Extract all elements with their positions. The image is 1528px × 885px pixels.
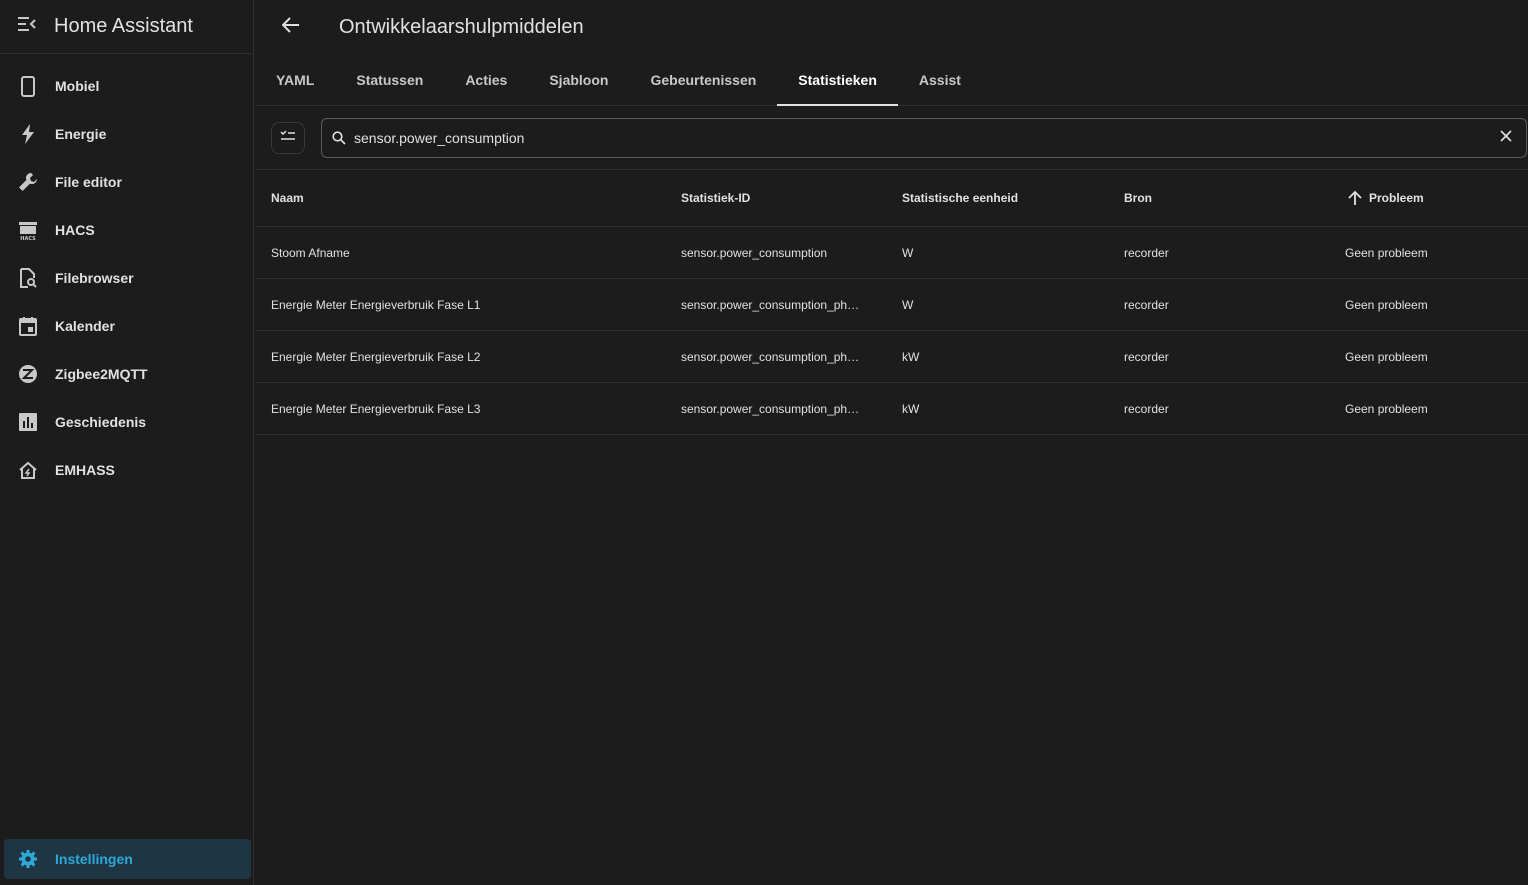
- sidebar-item-energie[interactable]: Energie: [0, 110, 253, 158]
- cell-bron: recorder: [1124, 349, 1169, 364]
- cell-naam: Energie Meter Energieverbruik Fase L2: [271, 349, 481, 364]
- table-row[interactable]: Energie Meter Energieverbruik Fase L1 se…: [255, 279, 1528, 331]
- arrow-up-icon: [1345, 188, 1365, 208]
- sidebar-item-file-editor[interactable]: File editor: [0, 158, 253, 206]
- sidebar-item-kalender[interactable]: Kalender: [0, 302, 253, 350]
- zigbee-icon: [17, 364, 38, 385]
- search-icon: [332, 130, 348, 146]
- calendar-icon: [17, 316, 38, 337]
- svg-text:HACS: HACS: [20, 236, 36, 241]
- cellphone-icon: [17, 75, 38, 97]
- column-header-statistiek-id[interactable]: Statistiek-ID: [681, 191, 902, 205]
- tab-acties[interactable]: Acties: [444, 54, 528, 105]
- filter-button[interactable]: [271, 121, 305, 154]
- cell-bron: recorder: [1124, 297, 1169, 312]
- sidebar-item-label: Mobiel: [55, 78, 100, 94]
- sidebar-item-instellingen[interactable]: Instellingen: [4, 839, 251, 879]
- cell-eenheid: kW: [902, 349, 920, 364]
- tab-sjabloon[interactable]: Sjabloon: [528, 54, 629, 105]
- sidebar-header: Home Assistant: [0, 0, 253, 54]
- sidebar-item-mobiel[interactable]: Mobiel: [0, 62, 253, 110]
- lightning-icon: [17, 124, 38, 145]
- home-lightning-icon: [17, 460, 38, 481]
- hacs-icon: HACS: [17, 220, 38, 241]
- column-header-naam[interactable]: Naam: [255, 191, 681, 205]
- table-header: Naam Statistiek-ID Statistische eenheid …: [255, 170, 1528, 227]
- cell-naam: Energie Meter Energieverbruik Fase L3: [271, 401, 481, 416]
- sidebar-item-geschiedenis[interactable]: Geschiedenis: [0, 398, 253, 446]
- tab-statistieken[interactable]: Statistieken: [777, 54, 898, 106]
- column-header-label: Probleem: [1369, 191, 1424, 205]
- tab-gebeurtenissen[interactable]: Gebeurtenissen: [629, 54, 777, 105]
- back-button[interactable]: [255, 0, 327, 54]
- sidebar-item-zigbee2mqtt[interactable]: Zigbee2MQTT: [0, 350, 253, 398]
- arrow-left-icon: [281, 16, 300, 38]
- cog-icon: [17, 849, 38, 870]
- column-header-eenheid[interactable]: Statistische eenheid: [902, 191, 1124, 205]
- tab-bar: YAML Statussen Acties Sjabloon Gebeurten…: [255, 54, 1528, 106]
- cell-eenheid: W: [902, 245, 914, 260]
- cell-probleem: Geen probleem: [1345, 297, 1428, 312]
- table-row[interactable]: Energie Meter Energieverbruik Fase L3 se…: [255, 383, 1528, 435]
- file-search-icon: [17, 268, 38, 289]
- tab-assist[interactable]: Assist: [898, 54, 982, 105]
- sidebar-item-label: Instellingen: [55, 851, 133, 867]
- menu-open-icon: [17, 16, 37, 37]
- column-header-bron[interactable]: Bron: [1124, 191, 1345, 205]
- cell-statistiek-id: sensor.power_consumption_ph…: [681, 297, 860, 312]
- column-header-probleem[interactable]: Probleem: [1345, 188, 1525, 208]
- clear-search-button[interactable]: [1486, 118, 1526, 158]
- cell-eenheid: kW: [902, 401, 920, 416]
- cell-probleem: Geen probleem: [1345, 349, 1428, 364]
- sidebar-item-label: Zigbee2MQTT: [55, 366, 148, 382]
- filter-list-icon: [280, 129, 296, 147]
- sidebar-item-emhass[interactable]: EMHASS: [0, 446, 253, 494]
- cell-statistiek-id: sensor.power_consumption: [681, 245, 828, 260]
- cell-bron: recorder: [1124, 245, 1169, 260]
- sidebar-nav: Mobiel Energie File editor HACS HACS Fil…: [0, 54, 253, 494]
- wrench-icon: [17, 172, 38, 193]
- main-content: Ontwikkelaarshulpmiddelen YAML Statussen…: [255, 0, 1528, 885]
- sidebar-item-label: File editor: [55, 174, 122, 190]
- sidebar-item-label: Filebrowser: [55, 270, 134, 286]
- top-bar: Ontwikkelaarshulpmiddelen: [255, 0, 1528, 54]
- cell-probleem: Geen probleem: [1345, 401, 1428, 416]
- close-icon: [1500, 129, 1512, 147]
- sidebar-item-filebrowser[interactable]: Filebrowser: [0, 254, 253, 302]
- app-title: Home Assistant: [54, 15, 193, 37]
- menu-toggle-button[interactable]: [0, 0, 54, 54]
- sidebar: Home Assistant Mobiel Energie File edito…: [0, 0, 254, 885]
- table-row[interactable]: Stoom Afname sensor.power_consumption W …: [255, 227, 1528, 279]
- search-value: sensor.power_consumption: [354, 129, 525, 146]
- tab-statussen[interactable]: Statussen: [335, 54, 444, 105]
- cell-bron: recorder: [1124, 401, 1169, 416]
- sidebar-item-label: EMHASS: [55, 462, 115, 478]
- cell-probleem: Geen probleem: [1345, 245, 1428, 260]
- search-input[interactable]: sensor.power_consumption: [321, 117, 1527, 158]
- table-row[interactable]: Energie Meter Energieverbruik Fase L2 se…: [255, 331, 1528, 383]
- tab-yaml[interactable]: YAML: [255, 54, 335, 105]
- sidebar-item-label: Kalender: [55, 318, 115, 334]
- sidebar-item-label: HACS: [55, 222, 95, 238]
- cell-statistiek-id: sensor.power_consumption_ph…: [681, 349, 860, 364]
- search-row: sensor.power_consumption: [255, 106, 1528, 170]
- cell-naam: Stoom Afname: [271, 245, 350, 260]
- sidebar-item-label: Geschiedenis: [55, 414, 147, 430]
- sidebar-item-label: Energie: [55, 126, 107, 142]
- cell-naam: Energie Meter Energieverbruik Fase L1: [271, 297, 481, 312]
- sidebar-item-hacs[interactable]: HACS HACS: [0, 206, 253, 254]
- page-title: Ontwikkelaarshulpmiddelen: [339, 15, 584, 38]
- cell-eenheid: W: [902, 297, 914, 312]
- chart-bar-icon: [17, 412, 38, 433]
- cell-statistiek-id: sensor.power_consumption_ph…: [681, 401, 860, 416]
